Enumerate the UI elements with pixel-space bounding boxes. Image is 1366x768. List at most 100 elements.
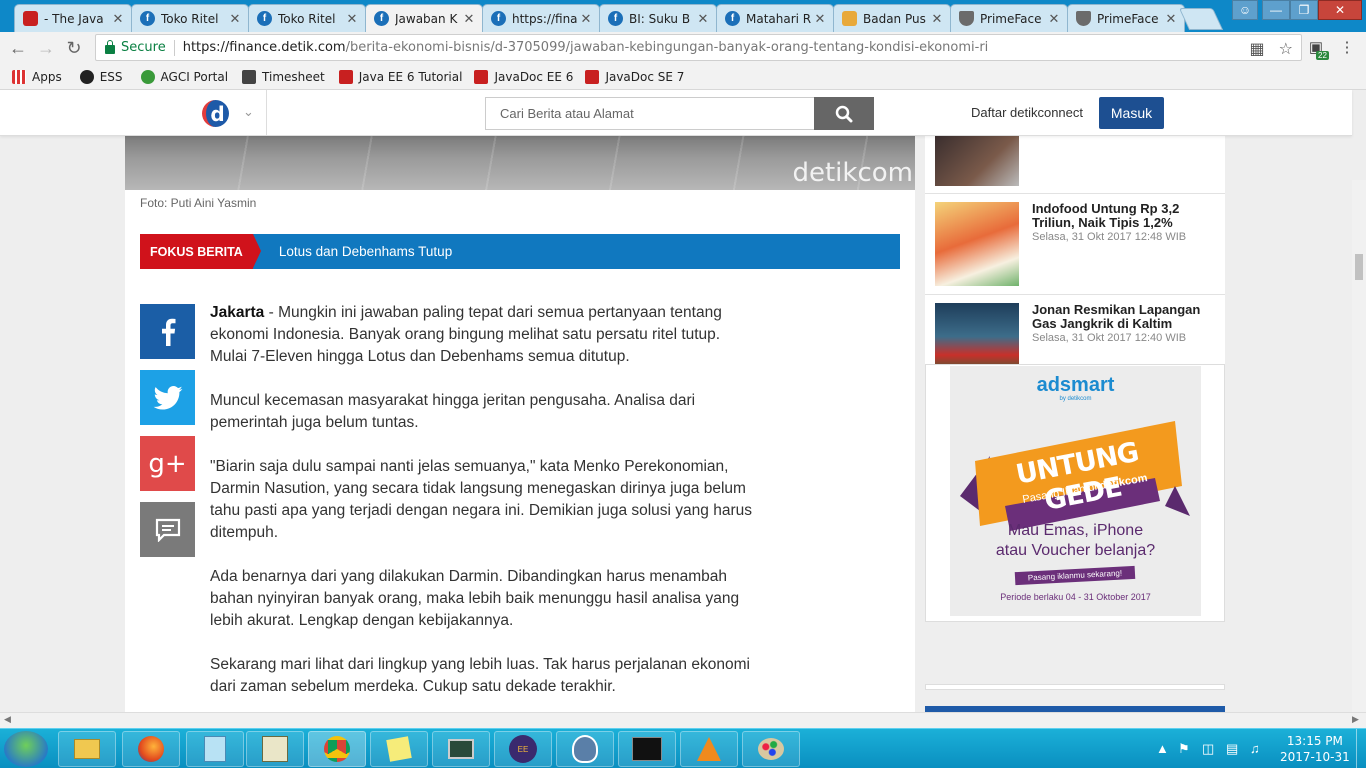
close-icon[interactable]: ✕ <box>930 11 944 27</box>
search-input[interactable] <box>485 97 815 130</box>
vlc-icon[interactable] <box>680 731 738 767</box>
blocked-popup-icon[interactable]: ▦ <box>1250 39 1265 58</box>
share-googleplus-button[interactable]: g+ <box>140 436 195 491</box>
postgresql-icon[interactable] <box>556 731 614 767</box>
chevron-down-icon[interactable]: ⌄ <box>243 104 254 120</box>
tab-6[interactable]: f BI: Suku B ✕ <box>599 4 717 32</box>
advertisement[interactable]: adsmart by detikcom UNTUNG GEDE Pasang I… <box>925 364 1225 622</box>
close-icon[interactable]: ✕ <box>696 11 710 27</box>
user-profile-button[interactable]: ☺ <box>1232 0 1258 20</box>
close-icon[interactable]: ✕ <box>345 11 359 27</box>
bookmark-apps[interactable]: Apps <box>12 69 62 84</box>
paragraph: Muncul kecemasan masyarakat hingga jerit… <box>210 392 696 431</box>
paragraph: "Biarin saja dulu sampai nanti jelas sem… <box>210 458 752 541</box>
dateline: Jakarta <box>210 304 265 321</box>
register-link[interactable]: Daftar detikconnect <box>971 105 1083 120</box>
tab-8[interactable]: Badan Pus ✕ <box>833 4 951 32</box>
sticky-notes-icon[interactable] <box>370 731 428 767</box>
news-item[interactable]: Indofood Untung Rp 3,2 Triliun, Naik Tip… <box>925 194 1225 295</box>
star-icon[interactable]: ☆ <box>1279 39 1293 58</box>
scroll-left-icon[interactable]: ◀ <box>4 714 11 725</box>
maximize-button[interactable]: ❐ <box>1290 0 1318 20</box>
share-facebook-button[interactable] <box>140 304 195 359</box>
monitor-icon[interactable] <box>432 731 490 767</box>
back-icon[interactable]: ← <box>8 38 28 58</box>
close-icon[interactable]: ✕ <box>228 11 242 27</box>
bookmark-ess[interactable]: ESS <box>79 69 123 84</box>
reload-icon[interactable]: ↻ <box>64 38 84 58</box>
ad-period: Periode berlaku 04 - 31 Oktober 2017 <box>1000 592 1151 602</box>
close-icon[interactable]: ✕ <box>1164 11 1178 27</box>
url-host: https://finance.detik.com <box>182 40 346 55</box>
terminal-icon[interactable] <box>618 731 676 767</box>
notepad-icon[interactable] <box>186 731 244 767</box>
system-clock[interactable]: 13:15 PM 2017-10-31 <box>1280 733 1350 765</box>
tab-9[interactable]: PrimeFace ✕ <box>950 4 1068 32</box>
search-button[interactable] <box>814 97 874 130</box>
tab-5[interactable]: f https://fina ✕ <box>482 4 600 32</box>
tab-4-active[interactable]: f Jawaban K ✕ <box>365 4 483 32</box>
tab-1[interactable]: - The Java ✕ <box>14 4 132 32</box>
bookmark-java-ee-6-tutorial[interactable]: Java EE 6 Tutorial <box>338 69 462 84</box>
close-icon[interactable]: ✕ <box>579 11 593 27</box>
show-desktop-button[interactable] <box>1356 729 1366 768</box>
new-tab-button[interactable] <box>1178 8 1224 30</box>
tab-2[interactable]: f Toko Ritel ✕ <box>131 4 249 32</box>
scroll-right-icon[interactable]: ▶ <box>1352 714 1359 725</box>
login-button[interactable]: Masuk <box>1099 97 1164 129</box>
bookmark-timesheet[interactable]: Timesheet <box>242 69 325 84</box>
address-bar[interactable]: Secure https://finance.detik.com/berita-… <box>95 34 1302 61</box>
window-close-button[interactable]: ✕ <box>1318 0 1362 20</box>
share-twitter-button[interactable] <box>140 370 195 425</box>
volume-icon[interactable]: ♫ <box>1250 741 1260 756</box>
ad-brand-by: by detikcom <box>1059 396 1092 402</box>
scrollbar-thumb[interactable] <box>1355 254 1363 280</box>
detik-logo[interactable]: d <box>202 100 229 127</box>
minimize-button[interactable]: — <box>1262 0 1290 20</box>
ad-brand: adsmart <box>1036 374 1115 396</box>
focus-topic-link[interactable]: Lotus dan Debenhams Tutup <box>279 244 452 259</box>
focus-news-bar[interactable]: FOKUS BERITA Lotus dan Debenhams Tutup <box>140 234 900 269</box>
close-icon[interactable]: ✕ <box>813 11 827 27</box>
close-icon[interactable]: ✕ <box>462 11 476 27</box>
divider <box>173 39 175 56</box>
oracle-icon <box>23 11 38 26</box>
close-icon[interactable]: ✕ <box>111 11 125 27</box>
adsmart-banner[interactable]: adsmart by detikcom UNTUNG GEDE Pasang I… <box>950 366 1201 616</box>
java-ee-ide-icon[interactable]: EE <box>494 731 552 767</box>
bookmark-label: Timesheet <box>262 69 325 84</box>
search-icon <box>835 105 853 122</box>
news-title[interactable]: Indofood Untung Rp 3,2 Triliun, Naik Tip… <box>1032 202 1212 230</box>
close-icon[interactable]: ✕ <box>1047 11 1061 27</box>
bookmark-agci-portal[interactable]: AGCI Portal <box>140 69 228 84</box>
tray-expand-icon[interactable]: ▲ <box>1156 741 1169 756</box>
horizontal-scrollbar[interactable]: ◀ ▶ <box>0 712 1366 728</box>
file-explorer-icon[interactable] <box>58 731 116 767</box>
tab-title: Badan Pus <box>863 11 926 26</box>
site-header: d ⌄ Daftar detikconnect Masuk <box>0 90 1352 136</box>
bookmark-javadoc-ee-6[interactable]: JavaDoc EE 6 <box>474 69 574 84</box>
action-center-icon[interactable]: ⚑ <box>1178 741 1190 757</box>
comment-button[interactable] <box>140 502 195 557</box>
firefox-icon[interactable] <box>122 731 180 767</box>
vertical-scrollbar[interactable] <box>1352 180 1366 712</box>
tab-7[interactable]: f Matahari R ✕ <box>716 4 834 32</box>
news-item-partial[interactable] <box>925 136 1225 194</box>
tab-10[interactable]: PrimeFace ✕ <box>1067 4 1185 32</box>
news-title[interactable]: Jonan Resmikan Lapangan Gas Jangkrik di … <box>1032 303 1212 331</box>
paint-icon[interactable] <box>742 731 800 767</box>
bookmark-javadoc-se-7[interactable]: JavaDoc SE 7 <box>585 69 684 84</box>
news-date: Selasa, 31 Okt 2017 12:40 WIB <box>1032 332 1187 344</box>
menu-icon[interactable]: ⋮ <box>1338 38 1356 56</box>
chrome-icon[interactable] <box>308 731 366 767</box>
ess-icon <box>79 69 94 84</box>
chart-app-icon[interactable] <box>246 731 304 767</box>
forward-icon[interactable]: → <box>36 38 56 58</box>
tab-3[interactable]: f Toko Ritel ✕ <box>248 4 366 32</box>
news-thumbnail <box>935 202 1019 286</box>
network-icon[interactable]: ▤ <box>1226 741 1238 757</box>
device-icon[interactable]: ◫ <box>1202 741 1214 757</box>
bookmark-label: JavaDoc EE 6 <box>494 69 574 84</box>
watermark: detikcom <box>792 158 913 188</box>
start-button[interactable] <box>4 731 48 767</box>
